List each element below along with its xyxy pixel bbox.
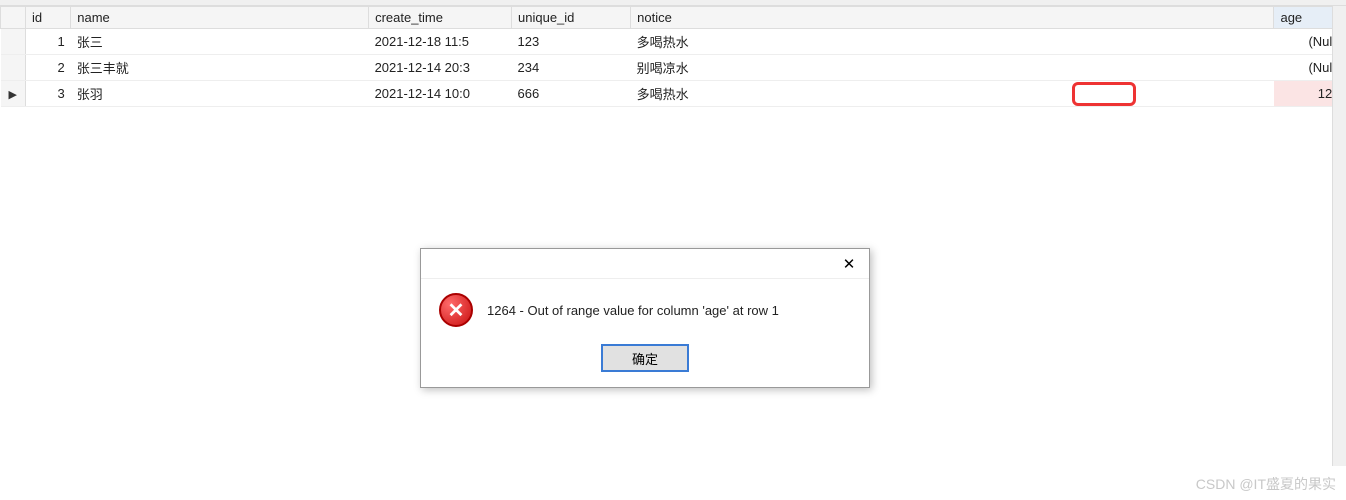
- cell-name[interactable]: 张三丰就: [71, 55, 369, 81]
- cell-unique-id[interactable]: 123: [512, 29, 631, 55]
- data-grid: id name create_time unique_id notice age…: [0, 6, 1346, 107]
- cell-id[interactable]: 2: [25, 55, 70, 81]
- table-row[interactable]: 2张三丰就2021-12-14 20:3234别喝凉水(Null): [1, 55, 1346, 81]
- cell-id[interactable]: 3: [25, 81, 70, 107]
- row-gutter: [1, 29, 26, 55]
- col-unique-id[interactable]: unique_id: [512, 7, 631, 29]
- vertical-scrollbar[interactable]: [1332, 6, 1346, 466]
- cell-id[interactable]: 1: [25, 29, 70, 55]
- row-gutter: [1, 55, 26, 81]
- cell-create-time[interactable]: 2021-12-14 20:3: [369, 55, 512, 81]
- row-marker-icon: ▶: [9, 89, 17, 101]
- dialog-body: ✕ 1264 - Out of range value for column '…: [421, 279, 869, 335]
- cell-name[interactable]: 张三: [71, 29, 369, 55]
- cell-create-time[interactable]: 2021-12-18 11:5: [369, 29, 512, 55]
- cell-notice[interactable]: 多喝热水: [631, 29, 1274, 55]
- col-notice[interactable]: notice: [631, 7, 1274, 29]
- col-name[interactable]: name: [71, 7, 369, 29]
- row-gutter: ▶: [1, 81, 26, 107]
- close-icon[interactable]: ✕: [829, 250, 869, 278]
- cell-notice[interactable]: 多喝热水: [631, 81, 1274, 107]
- cell-create-time[interactable]: 2021-12-14 10:0: [369, 81, 512, 107]
- dialog-buttons: 确定: [421, 335, 869, 387]
- table-row[interactable]: 1张三2021-12-18 11:5123多喝热水(Null): [1, 29, 1346, 55]
- cell-unique-id[interactable]: 234: [512, 55, 631, 81]
- cell-name[interactable]: 张羽: [71, 81, 369, 107]
- watermark: CSDN @IT盛夏的果实: [1196, 474, 1336, 494]
- error-dialog: ✕ ✕ 1264 - Out of range value for column…: [420, 248, 870, 388]
- col-create-time[interactable]: create_time: [369, 7, 512, 29]
- cell-unique-id[interactable]: 666: [512, 81, 631, 107]
- gutter-header: [1, 7, 26, 29]
- dialog-message: 1264 - Out of range value for column 'ag…: [487, 303, 779, 318]
- cell-notice[interactable]: 别喝凉水: [631, 55, 1274, 81]
- header-row: id name create_time unique_id notice age: [1, 7, 1346, 29]
- table-row[interactable]: ▶3张羽2021-12-14 10:0666多喝热水128: [1, 81, 1346, 107]
- error-icon: ✕: [439, 293, 473, 327]
- col-id[interactable]: id: [25, 7, 70, 29]
- ok-button[interactable]: 确定: [602, 345, 688, 371]
- dialog-titlebar: ✕: [421, 249, 869, 279]
